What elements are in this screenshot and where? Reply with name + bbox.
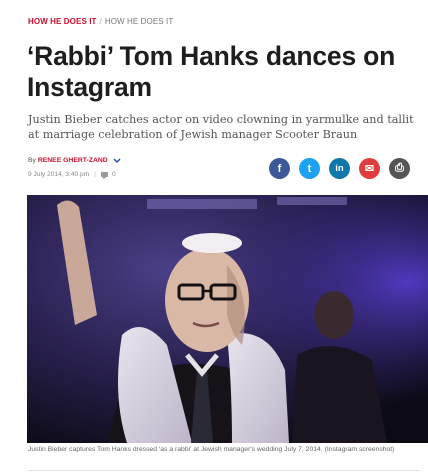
email-icon: ✉ — [364, 163, 375, 175]
author-link[interactable]: RENEE GHERT-ZAND — [38, 157, 108, 164]
article-subheadline: Justin Bieber catches actor on video clo… — [28, 113, 414, 141]
breadcrumb-separator: / — [99, 17, 102, 26]
twitter-share-button[interactable]: t — [299, 158, 320, 179]
breadcrumb-primary-link[interactable]: HOW HE DOES IT — [28, 17, 97, 26]
share-bar: f t in ✉ ⎙ — [269, 158, 410, 179]
comment-count[interactable]: 0 — [112, 171, 116, 178]
chevron-down-icon[interactable] — [113, 158, 121, 163]
breadcrumb-secondary-link[interactable]: HOW HE DOES IT — [105, 17, 174, 26]
publish-date: 9 July 2014, 3:40 pm — [28, 171, 90, 178]
photo-caption: Justin Bieber captures Tom Hanks dressed… — [28, 446, 395, 453]
divider — [28, 470, 420, 471]
facebook-icon: f — [277, 162, 282, 175]
comment-icon[interactable] — [100, 172, 108, 179]
article-headline: ‘Rabbi’ Tom Hanks dances on Instagram — [27, 41, 396, 102]
byline-prefix: By — [28, 157, 36, 164]
linkedin-share-button[interactable]: in — [329, 158, 350, 179]
twitter-icon: t — [307, 162, 312, 175]
article-meta: 9 July 2014, 3:40 pm | 0 — [28, 171, 116, 179]
print-icon: ⎙ — [395, 162, 404, 174]
email-share-button[interactable]: ✉ — [359, 158, 380, 179]
facebook-share-button[interactable]: f — [269, 158, 290, 179]
print-button[interactable]: ⎙ — [389, 158, 410, 179]
meta-separator: | — [94, 171, 96, 178]
photo-illustration — [27, 195, 428, 443]
article-photo — [27, 195, 428, 443]
linkedin-icon: in — [335, 163, 344, 174]
breadcrumb: HOW HE DOES IT / HOW HE DOES IT — [28, 17, 173, 26]
byline: By RENEE GHERT-ZAND — [28, 157, 121, 164]
